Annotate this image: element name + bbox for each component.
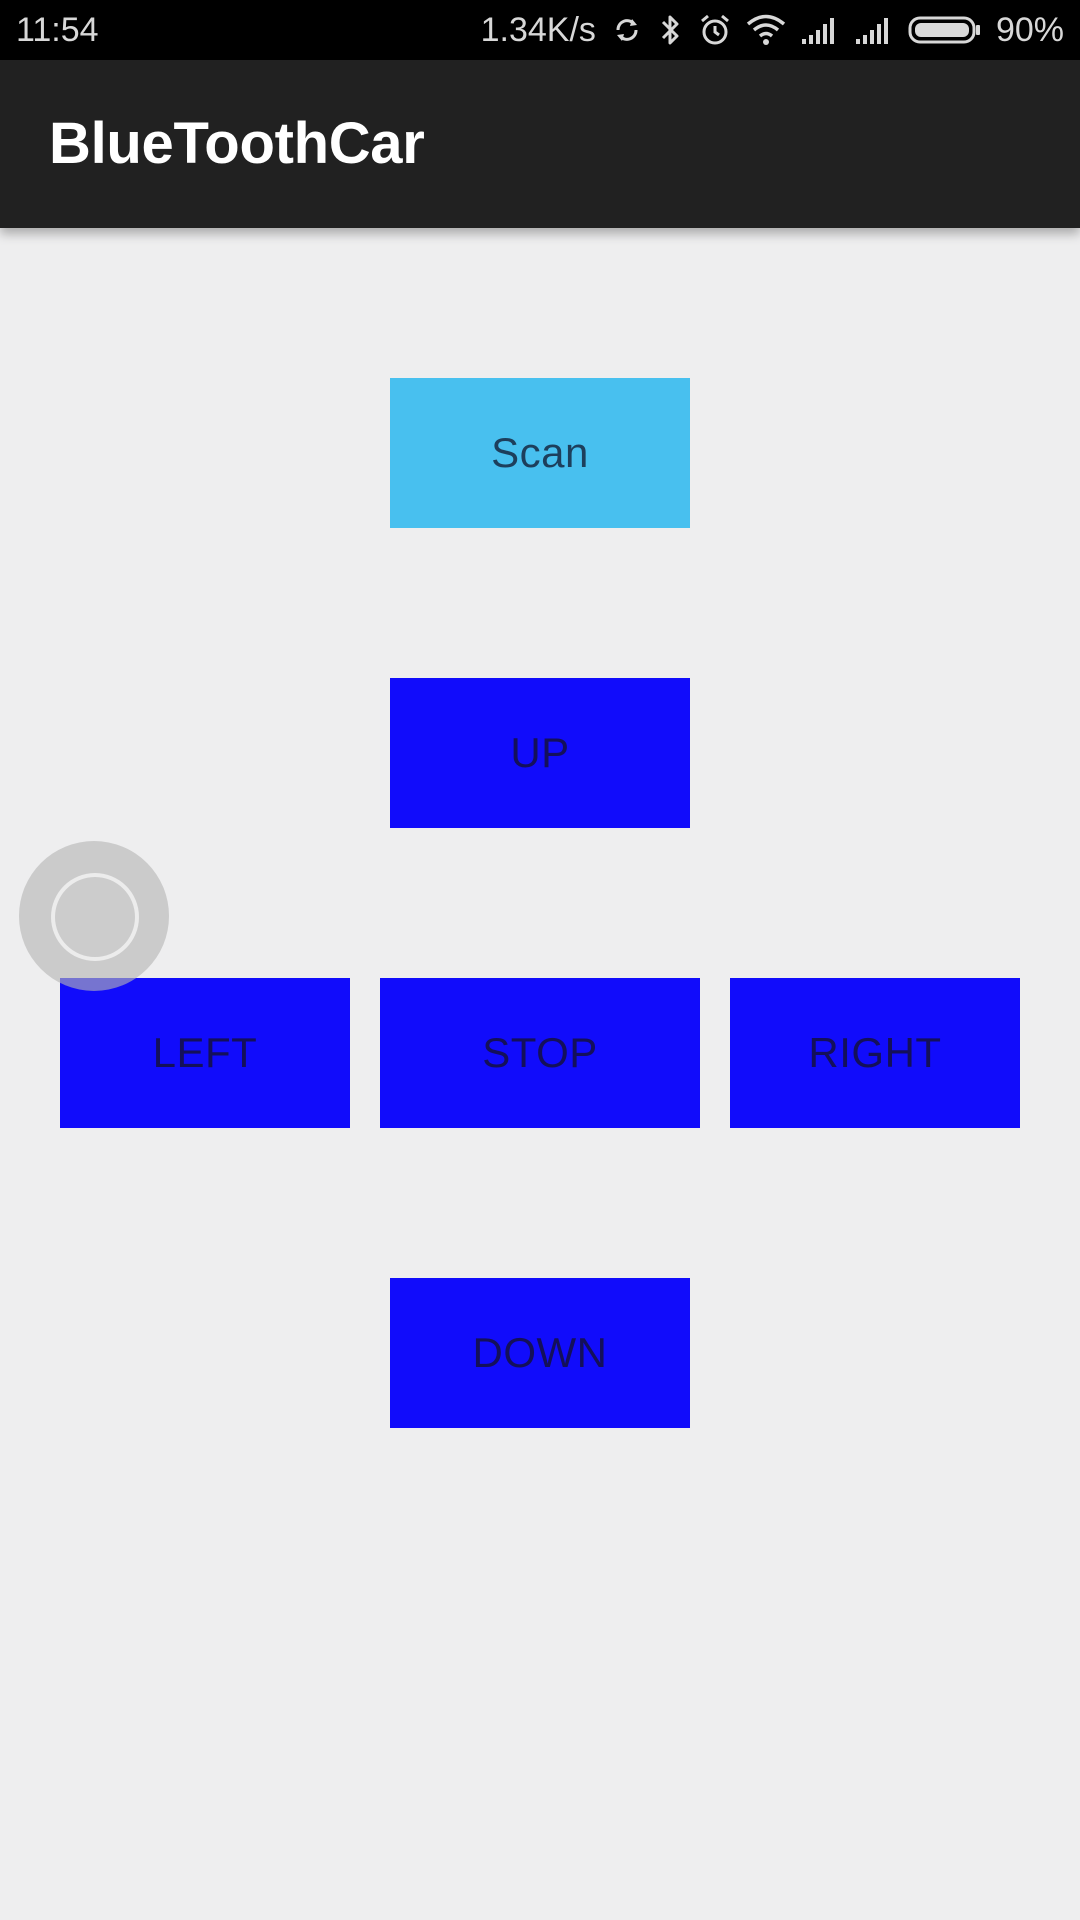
battery-icon [908, 15, 982, 45]
battery-percentage: 90% [995, 11, 1064, 49]
signal-icon [800, 15, 840, 45]
left-button[interactable]: LEFT [60, 978, 350, 1128]
status-time: 11:54 [16, 11, 99, 49]
status-bar: 11:54 1.34K/s 90% [0, 0, 1080, 60]
app-bar: BlueToothCar [0, 60, 1080, 228]
network-speed: 1.34K/s [480, 11, 596, 49]
floating-ball-button[interactable] [19, 841, 169, 991]
down-button[interactable]: DOWN [390, 1278, 690, 1428]
signal-icon [854, 15, 894, 45]
stop-button[interactable]: STOP [380, 978, 700, 1128]
alarm-icon [698, 13, 732, 47]
bluetooth-icon [658, 12, 684, 48]
status-icons: 1.34K/s 90% [481, 8, 1064, 52]
scan-button[interactable]: Scan [390, 378, 690, 528]
right-button[interactable]: RIGHT [730, 978, 1020, 1128]
up-button[interactable]: UP [390, 678, 690, 828]
floating-ball-ring-icon [51, 873, 139, 961]
wifi-icon [746, 13, 786, 47]
app-title: BlueToothCar [49, 111, 425, 176]
sync-icon [610, 13, 644, 47]
